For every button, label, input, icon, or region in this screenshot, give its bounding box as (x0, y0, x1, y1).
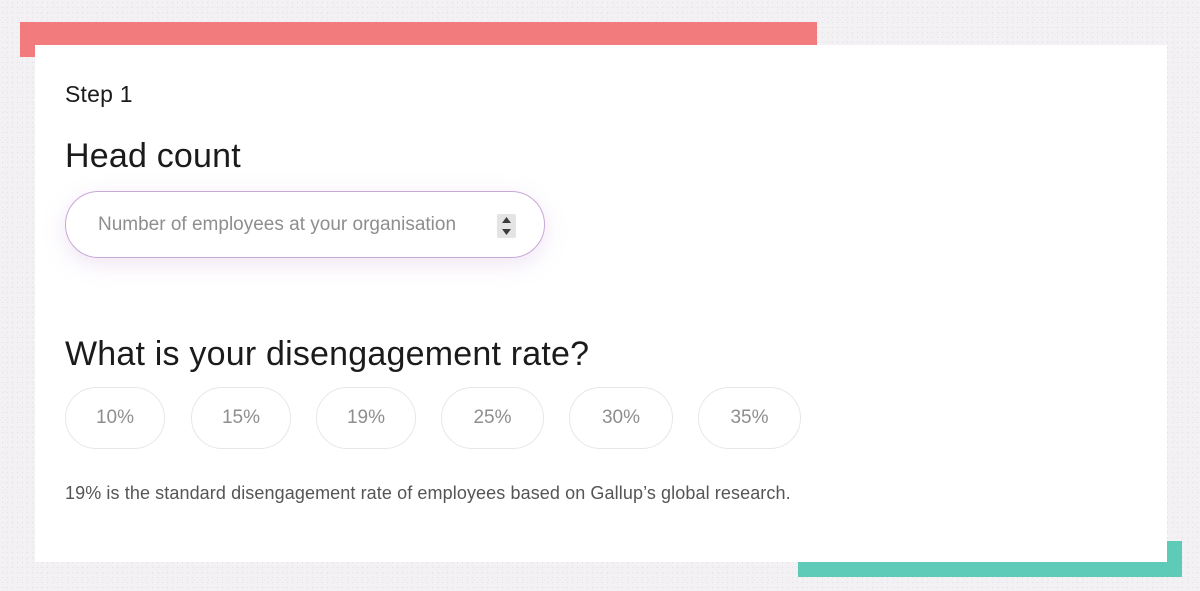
number-spinner[interactable] (497, 214, 516, 238)
triangle-up-icon[interactable] (497, 214, 516, 226)
disengagement-rate-options: 10% 15% 19% 25% 30% 35% (65, 387, 825, 451)
triangle-down-icon[interactable] (497, 226, 516, 238)
step-label: Step 1 (65, 81, 133, 107)
disengagement-helper-text: 19% is the standard disengagement rate o… (65, 483, 791, 503)
rate-option-15[interactable]: 15% (191, 387, 291, 449)
headcount-input[interactable] (96, 192, 490, 258)
headcount-title: Head count (65, 137, 241, 175)
rate-option-25[interactable]: 25% (441, 387, 544, 449)
rate-option-19[interactable]: 19% (316, 387, 416, 449)
rate-option-35[interactable]: 35% (698, 387, 801, 449)
rate-option-10[interactable]: 10% (65, 387, 165, 449)
disengagement-title: What is your disengagement rate? (65, 335, 590, 373)
rate-option-30[interactable]: 30% (569, 387, 673, 449)
headcount-field[interactable] (65, 191, 545, 258)
calculator-card: Step 1 Head count What is your disengage… (35, 45, 1167, 562)
